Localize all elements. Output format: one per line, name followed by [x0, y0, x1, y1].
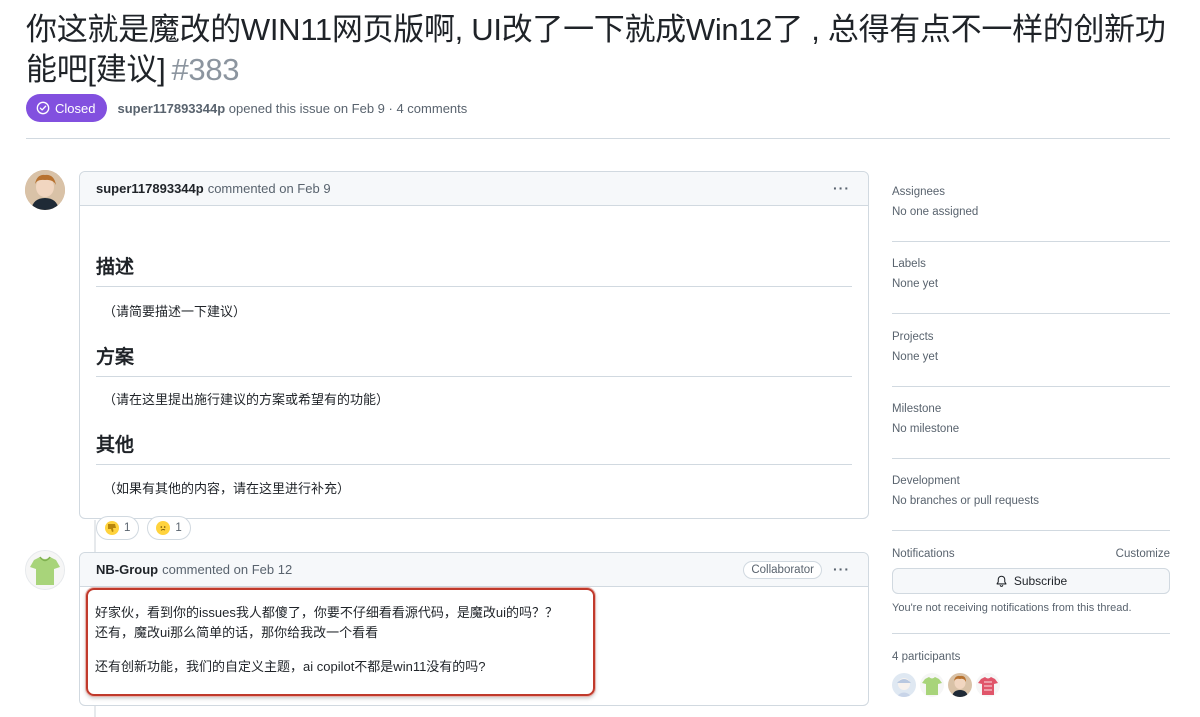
- participants-list: [892, 673, 1170, 697]
- comment-menu-icon[interactable]: ···: [833, 180, 850, 196]
- sidebar-divider: [892, 313, 1170, 314]
- sidebar-title: Labels: [892, 258, 926, 270]
- section-text: （请简要描述一下建议）: [103, 304, 247, 319]
- participant-avatar[interactable]: [920, 673, 944, 697]
- sidebar-participants: 4 participants: [892, 651, 1170, 697]
- section-divider: [96, 286, 852, 287]
- reaction-count: 1: [175, 522, 182, 534]
- participant-avatar[interactable]: [948, 673, 972, 697]
- sidebar-milestone[interactable]: Milestone No milestone: [892, 403, 1170, 435]
- issue-meta-text: opened this issue on Feb 9 · 4 comments: [228, 100, 468, 116]
- sidebar-title: Projects: [892, 331, 934, 343]
- sidebar-title: Development: [892, 475, 960, 487]
- sidebar-projects[interactable]: Projects None yet: [892, 331, 1170, 363]
- sidebar-divider: [892, 458, 1170, 459]
- issue-meta: Closed super117893344p opened this issue…: [26, 94, 467, 122]
- comment-timestamp[interactable]: commented on Feb 12: [162, 562, 292, 577]
- issue-header: 你这就是魔改的WIN11网页版啊, UI改了一下就成Win12了 , 总得有点不…: [26, 10, 1176, 90]
- timeline-connector: [94, 706, 96, 717]
- customize-link[interactable]: Customize: [1116, 548, 1170, 560]
- confused-face-icon: [156, 521, 171, 535]
- comment-author[interactable]: NB-Group: [96, 562, 158, 577]
- reaction-count: 1: [124, 522, 131, 534]
- thumbs-down-icon: [105, 521, 119, 535]
- sidebar-value: None yet: [892, 351, 939, 363]
- bell-icon: [996, 575, 1007, 587]
- sidebar-value: No branches or pull requests: [892, 495, 1040, 507]
- closed-check-icon: [36, 101, 50, 115]
- section-heading: 描述: [96, 257, 135, 278]
- issue-title-line1: 你这就是魔改的WIN11网页版啊, UI改了一下就成Win12了 , 总得有点不…: [26, 12, 1166, 47]
- section-heading: 方案: [96, 347, 135, 368]
- comment-card: super117893344p commented on Feb 9 ··· 描…: [79, 171, 869, 540]
- section-text: （如果有其他的内容，请在这里进行补充）: [103, 481, 351, 496]
- sidebar-value: No milestone: [892, 423, 960, 435]
- subscribe-label: Subscribe: [1013, 574, 1068, 588]
- sidebar-divider: [892, 530, 1170, 531]
- group-avatar-icon: [26, 551, 64, 589]
- comment-header: super117893344p commented on Feb 9 ···: [80, 172, 868, 206]
- header-divider: [26, 138, 1170, 139]
- issue-title-line2: 能吧[建议]: [26, 52, 166, 87]
- sidebar-value: No one assigned: [892, 206, 979, 218]
- comment-author[interactable]: super117893344p: [96, 181, 204, 196]
- comment-timestamp[interactable]: commented on Feb 9: [208, 181, 331, 196]
- section-divider: [96, 464, 852, 465]
- sidebar-labels[interactable]: Labels None yet: [892, 258, 1170, 290]
- sidebar-development[interactable]: Development No branches or pull requests: [892, 475, 1170, 507]
- issue-number: #383: [171, 52, 240, 87]
- sidebar-title: Assignees: [892, 186, 946, 198]
- reaction-thumbs-down[interactable]: 1: [96, 516, 140, 540]
- comment-line: 还有，魔改ui那么简单的话，那你给我改一个看看: [95, 625, 379, 640]
- state-label: Closed: [55, 100, 96, 116]
- participant-avatar[interactable]: [976, 673, 1000, 697]
- user-avatar-icon: [25, 170, 65, 210]
- sidebar-title: Milestone: [892, 403, 942, 415]
- sidebar-divider: [892, 386, 1170, 387]
- collaborator-badge: Collaborator: [743, 561, 822, 579]
- avatar[interactable]: [25, 550, 65, 590]
- sidebar-title: 4 participants: [892, 651, 961, 663]
- reaction-confused[interactable]: 1: [147, 516, 191, 540]
- comment-menu-icon[interactable]: ···: [833, 561, 850, 577]
- sidebar-divider: [892, 633, 1170, 634]
- section-text: （请在这里提出施行建议的方案或希望有的功能）: [103, 392, 390, 407]
- reactions-bar: 1 1: [96, 516, 191, 540]
- section-divider: [96, 376, 852, 377]
- comment-card: NB-Group commented on Feb 12 Collaborato…: [79, 552, 869, 706]
- comment-header: NB-Group commented on Feb 12 Collaborato…: [80, 553, 868, 587]
- subscribe-button[interactable]: Subscribe: [892, 568, 1170, 594]
- issue-title: 你这就是魔改的WIN11网页版啊, UI改了一下就成Win12了 , 总得有点不…: [26, 10, 1176, 90]
- issue-author-link[interactable]: super117893344p: [117, 101, 225, 116]
- participant-avatar[interactable]: [892, 673, 916, 697]
- notification-note: You're not receiving notifications from …: [892, 602, 1132, 614]
- sidebar-notifications: Notifications Customize Subscribe You're…: [892, 548, 1170, 614]
- state-badge: Closed: [26, 94, 108, 122]
- avatar[interactable]: [25, 170, 65, 210]
- sidebar-value: None yet: [892, 278, 939, 290]
- comment-line: 还有创新功能，我们的自定义主题，ai copilot不都是win11没有的吗?: [95, 659, 486, 674]
- sidebar-assignees[interactable]: Assignees No one assigned: [892, 186, 1170, 218]
- sidebar-divider: [892, 241, 1170, 242]
- comment-line: 好家伙，看到你的issues我人都傻了，你要不仔细看看源代码，是魔改ui的吗？？: [95, 605, 558, 620]
- section-heading: 其他: [96, 435, 135, 456]
